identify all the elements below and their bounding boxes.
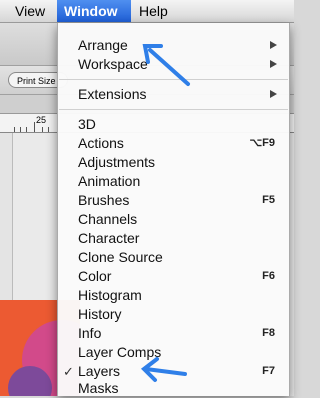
submenu-arrow-icon [270,60,277,68]
menu-item-character[interactable]: Character [58,229,289,248]
menu-item-label: Info [78,325,102,341]
menu-item-shortcut: F6 [262,270,275,282]
menu-item-shortcut: F8 [262,327,275,339]
menu-window[interactable]: Window [57,0,131,22]
menu-item-3d[interactable]: 3D [58,115,289,134]
menu-item-masks[interactable]: Masks [58,379,289,398]
menu-item-workspace[interactable]: Workspace [58,55,289,74]
menu-separator [59,79,288,80]
menu-help[interactable]: Help [132,0,175,22]
menu-item-label: Brushes [78,192,130,208]
menu-item-label: Masks [78,380,119,396]
menu-item-extensions[interactable]: Extensions [58,85,289,104]
ruler-mark: 25 [36,115,47,125]
menu-item-label: History [78,306,122,322]
menu-item-label: Histogram [78,287,142,303]
menu-item-shortcut: F5 [262,194,275,206]
menu-item-label: Channels [78,211,138,227]
menu-item-label: Character [78,230,140,246]
menu-item-layer-comps[interactable]: Layer Comps [58,343,289,362]
menu-item-label: Animation [78,173,141,189]
menu-item-label: Layer Comps [78,344,162,360]
menu-item-shortcut: ⌥F9 [249,137,275,149]
window-menu-dropdown: Arrange Workspace Extensions 3D Actions … [57,23,290,396]
menu-item-label: Color [78,268,112,284]
menu-item-clone-source[interactable]: Clone Source [58,248,289,267]
menu-item-history[interactable]: History [58,305,289,324]
submenu-arrow-icon [270,90,277,98]
menu-item-adjustments[interactable]: Adjustments [58,153,289,172]
menu-item-histogram[interactable]: Histogram [58,286,289,305]
menu-item-label: Arrange [78,37,128,53]
menu-item-label: Adjustments [78,154,156,170]
menu-bar: View Window Help [0,0,294,23]
menu-item-color[interactable]: Color F6 [58,267,289,286]
menu-item-label: Clone Source [78,249,163,265]
submenu-arrow-icon [270,41,277,49]
menu-item-actions[interactable]: Actions ⌥F9 [58,134,289,153]
menu-item-label: Actions [78,135,124,151]
menu-item-label: Workspace [78,56,148,72]
menu-item-label: Extensions [78,86,147,102]
menu-separator [59,109,288,110]
menu-view[interactable]: View [8,0,52,22]
menu-item-arrange[interactable]: Arrange [58,36,289,55]
menu-item-label: 3D [78,116,96,132]
menu-item-brushes[interactable]: Brushes F5 [58,191,289,210]
menu-item-info[interactable]: Info F8 [58,324,289,343]
menu-item-channels[interactable]: Channels [58,210,289,229]
menu-item-animation[interactable]: Animation [58,172,289,191]
